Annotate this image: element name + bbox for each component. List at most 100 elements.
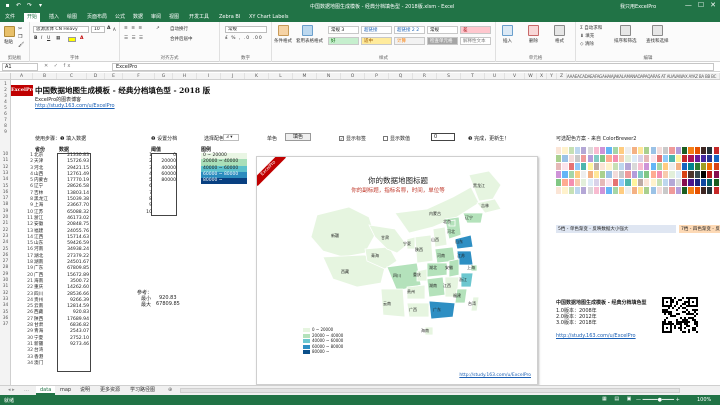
palette-swatch[interactable] (581, 147, 587, 154)
column-header[interactable]: D (87, 73, 105, 79)
palette-swatch[interactable] (694, 147, 700, 154)
palette-swatch[interactable] (574, 179, 581, 186)
palette-swatch[interactable] (675, 147, 681, 154)
palette-swatch[interactable] (707, 155, 713, 162)
tab-file[interactable]: 文件 (2, 13, 18, 22)
palette-swatch[interactable] (556, 187, 562, 194)
palette-swatch[interactable] (581, 171, 587, 178)
palette-swatch[interactable] (694, 179, 700, 186)
delete-cells-icon[interactable] (528, 25, 539, 36)
palette-swatch[interactable] (587, 155, 593, 162)
border-icon[interactable]: ▦ (56, 36, 60, 41)
palette-swatch[interactable] (650, 163, 656, 170)
palette-swatch[interactable] (587, 171, 593, 178)
conditional-format-button[interactable]: 条件格式 (274, 38, 292, 44)
tab-view[interactable]: 视图 (166, 13, 182, 22)
palette-swatch[interactable] (707, 171, 713, 178)
palette-swatch[interactable] (587, 187, 593, 194)
palette-swatch[interactable] (713, 155, 719, 162)
palette-swatch[interactable] (574, 163, 581, 170)
palette-swatch[interactable] (631, 155, 637, 162)
insert-cells-icon[interactable] (502, 25, 513, 36)
palette-swatch[interactable] (637, 163, 644, 170)
palette-swatch[interactable] (644, 155, 650, 162)
palette-swatch[interactable] (669, 155, 675, 162)
palette-swatch[interactable] (700, 155, 707, 162)
palette-swatch[interactable] (675, 179, 681, 186)
palette-swatch[interactable] (694, 163, 700, 170)
row-header[interactable]: 9 (0, 130, 10, 136)
palette-swatch[interactable] (619, 163, 625, 170)
palette-swatch[interactable] (587, 163, 593, 170)
column-header[interactable]: AAAEACADAEAFAGAHAIAJAKALAMANAOAPAQARAS A… (567, 73, 720, 79)
palette-swatch[interactable] (700, 147, 707, 154)
tab-draw[interactable]: 绘图 (64, 13, 80, 22)
sheet-tab-resources[interactable]: 更多资源 (96, 386, 124, 395)
palette-swatch[interactable] (606, 179, 612, 186)
font-color-icon[interactable]: A (80, 36, 83, 41)
tab-xy-chart-labels[interactable]: XY Chart Labels (246, 13, 292, 22)
cell-style-option[interactable]: 超链接 2 2 (394, 26, 425, 34)
palette-swatch[interactable] (619, 171, 625, 178)
palette-swatch[interactable] (612, 171, 618, 178)
palette-swatch[interactable] (637, 179, 644, 186)
tab-home[interactable]: 开始 (24, 13, 41, 22)
palette-swatch[interactable] (688, 147, 694, 154)
tab-data[interactable]: 数据 (130, 13, 146, 22)
palette-swatch[interactable] (694, 187, 700, 194)
palette-swatch[interactable] (682, 179, 688, 186)
palette-swatch[interactable] (581, 155, 587, 162)
palette-swatch[interactable] (631, 179, 637, 186)
palette-swatch[interactable] (644, 171, 650, 178)
column-header[interactable]: S (437, 73, 461, 79)
palette-swatch[interactable] (700, 163, 707, 170)
cell-style-option[interactable]: 常规 (427, 26, 458, 34)
cell-style-option[interactable]: 检查单元格 (427, 37, 458, 45)
font-size-combo[interactable]: 10 (91, 26, 105, 33)
underline-button[interactable]: U (47, 36, 50, 41)
palette-swatch[interactable] (631, 171, 637, 178)
column-header[interactable]: E (105, 73, 123, 79)
column-header[interactable]: F (123, 73, 155, 79)
palette-swatch[interactable] (612, 147, 618, 154)
close-icon[interactable]: ✕ (710, 1, 716, 10)
column-header[interactable]: O (341, 73, 365, 79)
palette-swatch[interactable] (682, 187, 688, 194)
palette-swatch[interactable] (631, 187, 637, 194)
column-header[interactable]: Q (389, 73, 413, 79)
palette-swatch[interactable] (612, 155, 618, 162)
undo-icon[interactable]: ↶ (15, 2, 22, 9)
palette-swatch[interactable] (568, 179, 574, 186)
tab-page-layout[interactable]: 页面布局 (84, 13, 110, 22)
palette-swatch[interactable] (713, 163, 719, 170)
column-header[interactable]: V (505, 73, 525, 79)
palette-swatch[interactable] (663, 171, 669, 178)
column-header[interactable]: C (57, 73, 87, 79)
blog-link[interactable]: http://study.163.com/u/ExcelPro (35, 103, 115, 109)
palette-swatch[interactable] (663, 163, 669, 170)
palette-swatch[interactable] (593, 171, 600, 178)
show-labels-checkbox[interactable]: ✓ (339, 136, 344, 141)
sheet-tab-learning-path[interactable]: 学习路径图 (126, 386, 159, 395)
formula-icons[interactable]: ✕ ✓ fx (44, 63, 72, 69)
column-header[interactable]: Y (547, 73, 557, 79)
column-header[interactable]: H (173, 73, 197, 79)
column-header[interactable]: A (11, 73, 33, 79)
palette-swatch[interactable] (619, 179, 625, 186)
palette-swatch[interactable] (581, 163, 587, 170)
conditional-format-icon[interactable] (278, 25, 289, 36)
column-header[interactable]: T (461, 73, 485, 79)
palette-swatch[interactable] (619, 147, 625, 154)
palette-swatch[interactable] (593, 179, 600, 186)
column-header[interactable]: B (33, 73, 57, 79)
palette-swatch[interactable] (625, 163, 631, 170)
palette-swatch[interactable] (593, 155, 600, 162)
palette-swatch[interactable] (682, 163, 688, 170)
palette-swatch[interactable] (713, 179, 719, 186)
align-top-icons[interactable]: ≡ ≡ ≡ (124, 26, 143, 31)
palette-swatch[interactable] (612, 163, 618, 170)
palette-swatch[interactable] (675, 171, 681, 178)
column-header[interactable]: L (269, 73, 293, 79)
clear-button[interactable]: ◇ 清除 (580, 41, 594, 47)
palette-swatch[interactable] (587, 147, 593, 154)
